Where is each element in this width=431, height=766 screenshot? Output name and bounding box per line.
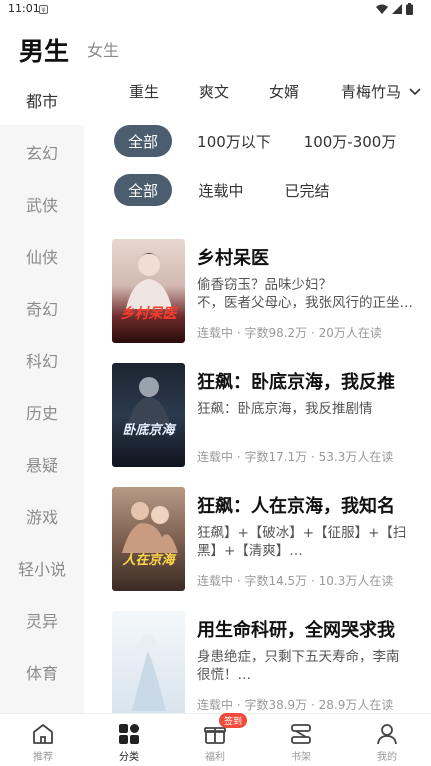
cover-title: 乡村呆医 xyxy=(120,306,177,322)
nav-profile[interactable]: 我的 xyxy=(344,714,430,766)
cover-figure-icon xyxy=(128,377,170,425)
book-title: 狂飙：卧底京海，我反推 xyxy=(197,372,395,393)
book-desc-line: 黑】+【清爽】… xyxy=(197,543,303,559)
book-description: 偷香窃玉？品味少妇？ 不，医者父母心，我张风行的正坐… xyxy=(197,276,422,312)
book-desc-line: 狂飙】+【破冰】+【征服】+【扫 xyxy=(197,525,407,541)
cover-title: 人在京海 xyxy=(122,553,175,568)
gender-tabs: 男生 女生 xyxy=(0,20,431,75)
nav-bookshelf[interactable]: 书架 xyxy=(258,714,344,766)
sidebar-item-xianxia[interactable]: 仙侠 xyxy=(0,231,84,281)
filter-status-ongoing[interactable]: 连载中 xyxy=(188,174,254,206)
filter-words-all[interactable]: 全部 xyxy=(114,125,172,157)
system-icons xyxy=(376,3,413,15)
tab-male[interactable]: 男生 xyxy=(19,32,69,68)
book-cover xyxy=(112,611,185,715)
book-cover: 人在京海 xyxy=(112,487,185,591)
book-title: 用生命科研，全网哭求我 xyxy=(197,620,395,641)
filter-words-under-1m[interactable]: 100万以下 xyxy=(188,125,280,157)
book-cover: 乡村呆医 xyxy=(112,239,185,343)
sidebar-item-fantasy[interactable]: 奇幻 xyxy=(0,283,84,333)
status-time: 11:01 xyxy=(8,2,40,15)
book-description: 狂飙：卧底京海，我反推剧情 xyxy=(197,400,422,418)
category-sidebar: 都市 玄幻 武侠 仙侠 奇幻 科幻 历史 悬疑 游戏 轻小说 灵异 体育 xyxy=(0,75,84,713)
cover-figure-icon xyxy=(126,253,172,309)
book-item[interactable]: 卧底京海 狂飙：卧底京海，我反推 狂飙：卧底京海，我反推剧情 连载中 · 字数1… xyxy=(112,363,422,469)
cover-figure-icon xyxy=(122,502,178,553)
sidebar-item-light-novel[interactable]: 轻小说 xyxy=(0,543,84,593)
subcat-cool[interactable]: 爽文 xyxy=(199,81,229,102)
book-desc-line: 偷香窃玉？品味少妇？ xyxy=(197,277,332,293)
wifi-icon xyxy=(376,4,388,14)
home-icon xyxy=(33,724,53,744)
book-desc-line: 很慌！… xyxy=(197,667,251,683)
sidebar-item-mystery[interactable]: 悬疑 xyxy=(0,439,84,489)
nav-label: 推荐 xyxy=(33,752,53,763)
sidebar-item-urban[interactable]: 都市 xyxy=(0,75,84,125)
nav-label: 分类 xyxy=(119,752,139,763)
book-cover: 卧底京海 xyxy=(112,363,185,467)
book-desc-line: 身患绝症，只剩下五天寿命，李南 xyxy=(197,649,400,665)
book-meta: 连载中 · 字数98.2万 · 20万人在读 xyxy=(197,326,382,340)
subcategory-row: 重生 爽文 女婿 青梅竹马 xyxy=(84,75,431,107)
nav-label: 书架 xyxy=(291,752,311,763)
nav-label: 我的 xyxy=(377,752,397,763)
book-meta: 连载中 · 字数17.1万 · 53.3万人在读 xyxy=(197,450,394,464)
filter-words-1m-3m[interactable]: 100万-300万 xyxy=(300,125,400,157)
checkin-badge: 签到 xyxy=(219,713,248,728)
sidebar-item-sports[interactable]: 体育 xyxy=(0,647,84,697)
notification-icon: ψ xyxy=(39,5,48,14)
sidebar-item-history[interactable]: 历史 xyxy=(0,387,84,437)
status-bar: 11:01 ψ xyxy=(0,0,431,20)
sidebar-item-supernatural[interactable]: 灵异 xyxy=(0,595,84,645)
book-desc-line: 不，医者父母心，我张风行的正坐… xyxy=(197,295,413,311)
book-desc-line: 狂飙：卧底京海，我反推剧情 xyxy=(197,401,373,417)
nav-welfare[interactable]: 签到 福利 xyxy=(172,713,258,766)
book-description: 狂飙】+【破冰】+【征服】+【扫 黑】+【清爽】… xyxy=(197,524,422,560)
sidebar-item-xuanhuan[interactable]: 玄幻 xyxy=(0,127,84,177)
book-item[interactable]: 人在京海 狂飙：人在京海，我知名 狂飙】+【破冰】+【征服】+【扫 黑】+【清爽… xyxy=(112,487,422,593)
cover-title: 卧底京海 xyxy=(122,423,175,438)
book-description: 身患绝症，只剩下五天寿命，李南 很慌！… xyxy=(197,648,422,684)
book-title: 乡村呆医 xyxy=(197,248,269,269)
bottom-nav: 推荐 分类 签到 福利 书架 我的 xyxy=(0,713,431,766)
subcat-rebirth[interactable]: 重生 xyxy=(129,81,159,102)
book-title: 狂飙：人在京海，我知名 xyxy=(197,496,395,517)
sidebar-item-scifi[interactable]: 科幻 xyxy=(0,335,84,385)
subcat-son-in-law[interactable]: 女婿 xyxy=(269,81,299,102)
book-meta: 连载中 · 字数14.5万 · 10.3万人在读 xyxy=(197,574,394,588)
sidebar-item-game[interactable]: 游戏 xyxy=(0,491,84,541)
signal-icon xyxy=(392,4,402,14)
filter-status-all[interactable]: 全部 xyxy=(114,174,172,206)
book-meta: 连载中 · 字数38.9万 · 28.9万人在读 xyxy=(197,698,394,712)
sidebar-item-wuxia[interactable]: 武侠 xyxy=(0,179,84,229)
bookshelf-icon xyxy=(291,724,311,744)
nav-recommend[interactable]: 推荐 xyxy=(0,714,86,766)
filter-status-completed[interactable]: 已完结 xyxy=(274,174,340,206)
cover-figure-icon xyxy=(132,635,166,711)
battery-icon xyxy=(406,3,413,15)
book-item[interactable]: 乡村呆医 乡村呆医 偷香窃玉？品味少妇？ 不，医者父母心，我张风行的正坐… 连载… xyxy=(112,239,422,345)
subcat-childhood[interactable]: 青梅竹马 xyxy=(341,81,405,102)
subcat-more-wrapper: 青梅竹马 xyxy=(341,75,431,107)
category-grid-icon xyxy=(119,724,139,744)
nav-category[interactable]: 分类 xyxy=(86,714,172,766)
book-item[interactable]: 用生命科研，全网哭求我 身患绝症，只剩下五天寿命，李南 很慌！… 连载中 · 字… xyxy=(112,611,422,717)
tab-female[interactable]: 女生 xyxy=(87,37,119,61)
chevron-down-icon[interactable] xyxy=(408,84,422,98)
user-icon xyxy=(377,724,397,745)
nav-label: 福利 xyxy=(205,752,225,763)
